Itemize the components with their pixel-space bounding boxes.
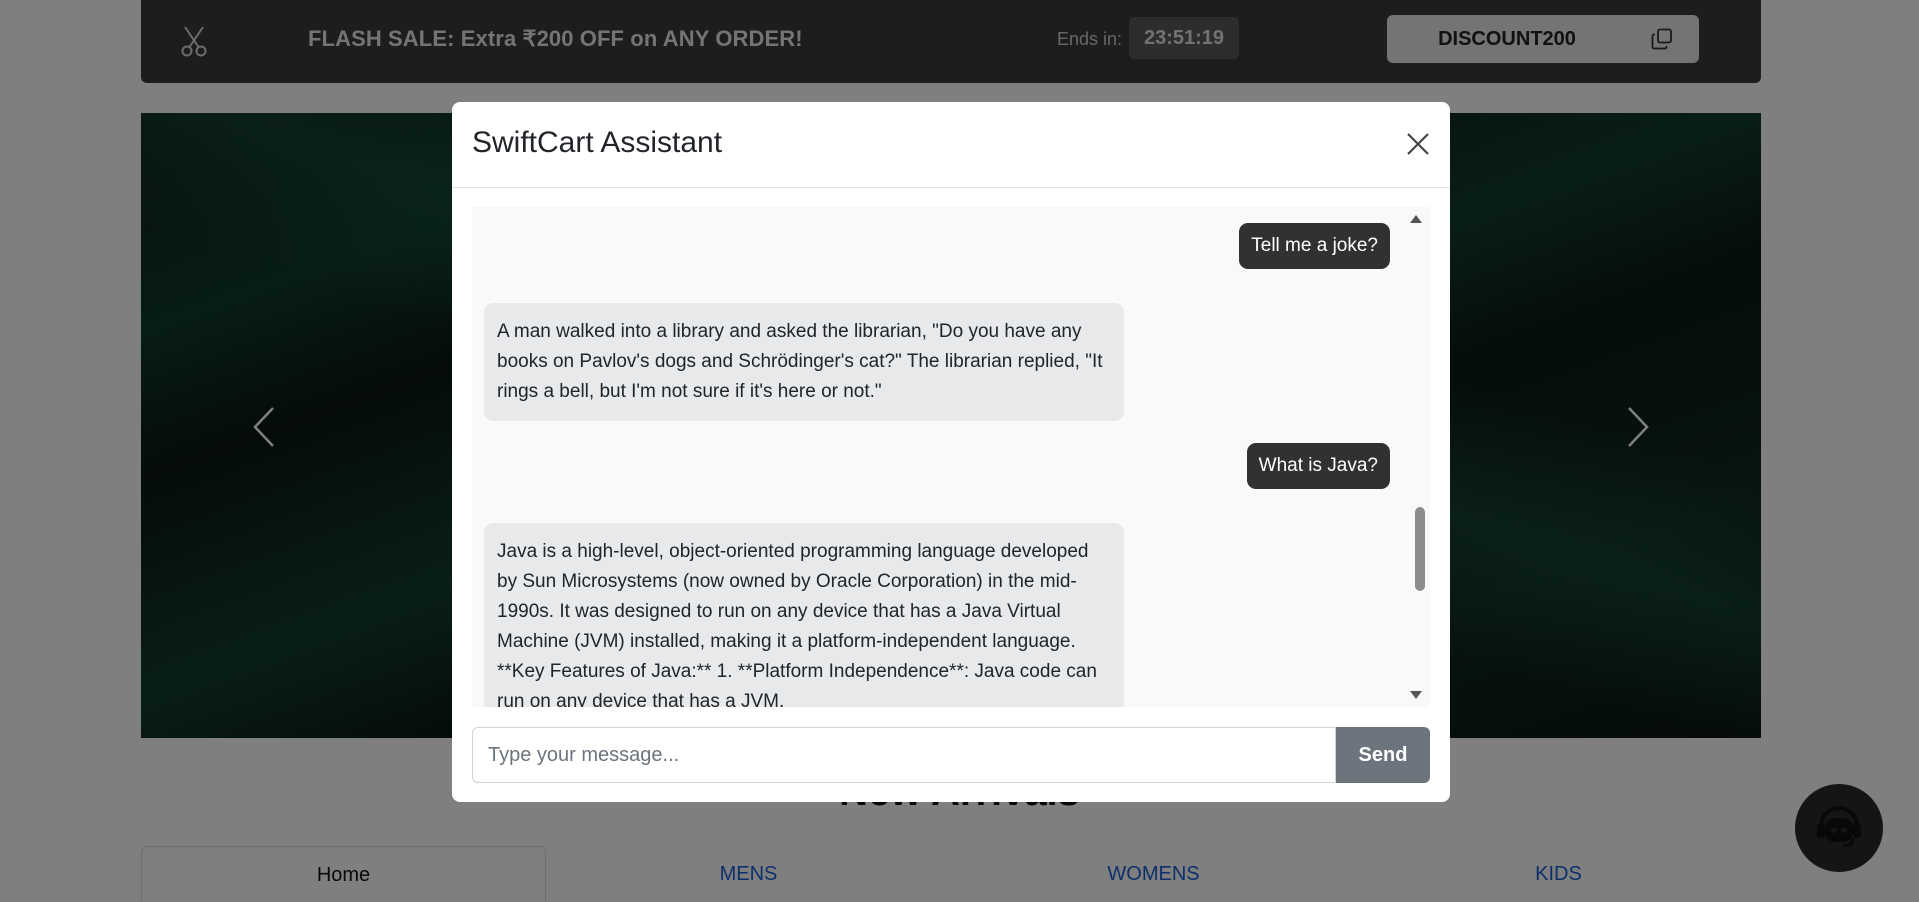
message-input[interactable] xyxy=(472,727,1336,783)
bot-message: Java is a high-level, object-oriented pr… xyxy=(484,523,1124,707)
scroll-down-arrow[interactable] xyxy=(1410,691,1422,699)
scrollbar-thumb[interactable] xyxy=(1415,507,1425,591)
user-message: Tell me a joke? xyxy=(1239,223,1390,269)
send-button[interactable]: Send xyxy=(1336,727,1430,783)
chat-assistant-modal: SwiftCart Assistant Tell me a joke? A ma… xyxy=(452,102,1450,802)
scroll-up-arrow[interactable] xyxy=(1410,215,1422,223)
close-icon[interactable] xyxy=(1404,130,1432,158)
bot-message: A man walked into a library and asked th… xyxy=(484,303,1124,421)
chat-messages[interactable]: Tell me a joke? A man walked into a libr… xyxy=(472,207,1430,707)
chat-input-row: Send xyxy=(472,727,1430,783)
user-message: What is Java? xyxy=(1246,443,1390,489)
modal-header: SwiftCart Assistant xyxy=(452,102,1450,188)
modal-title: SwiftCart Assistant xyxy=(472,126,723,159)
